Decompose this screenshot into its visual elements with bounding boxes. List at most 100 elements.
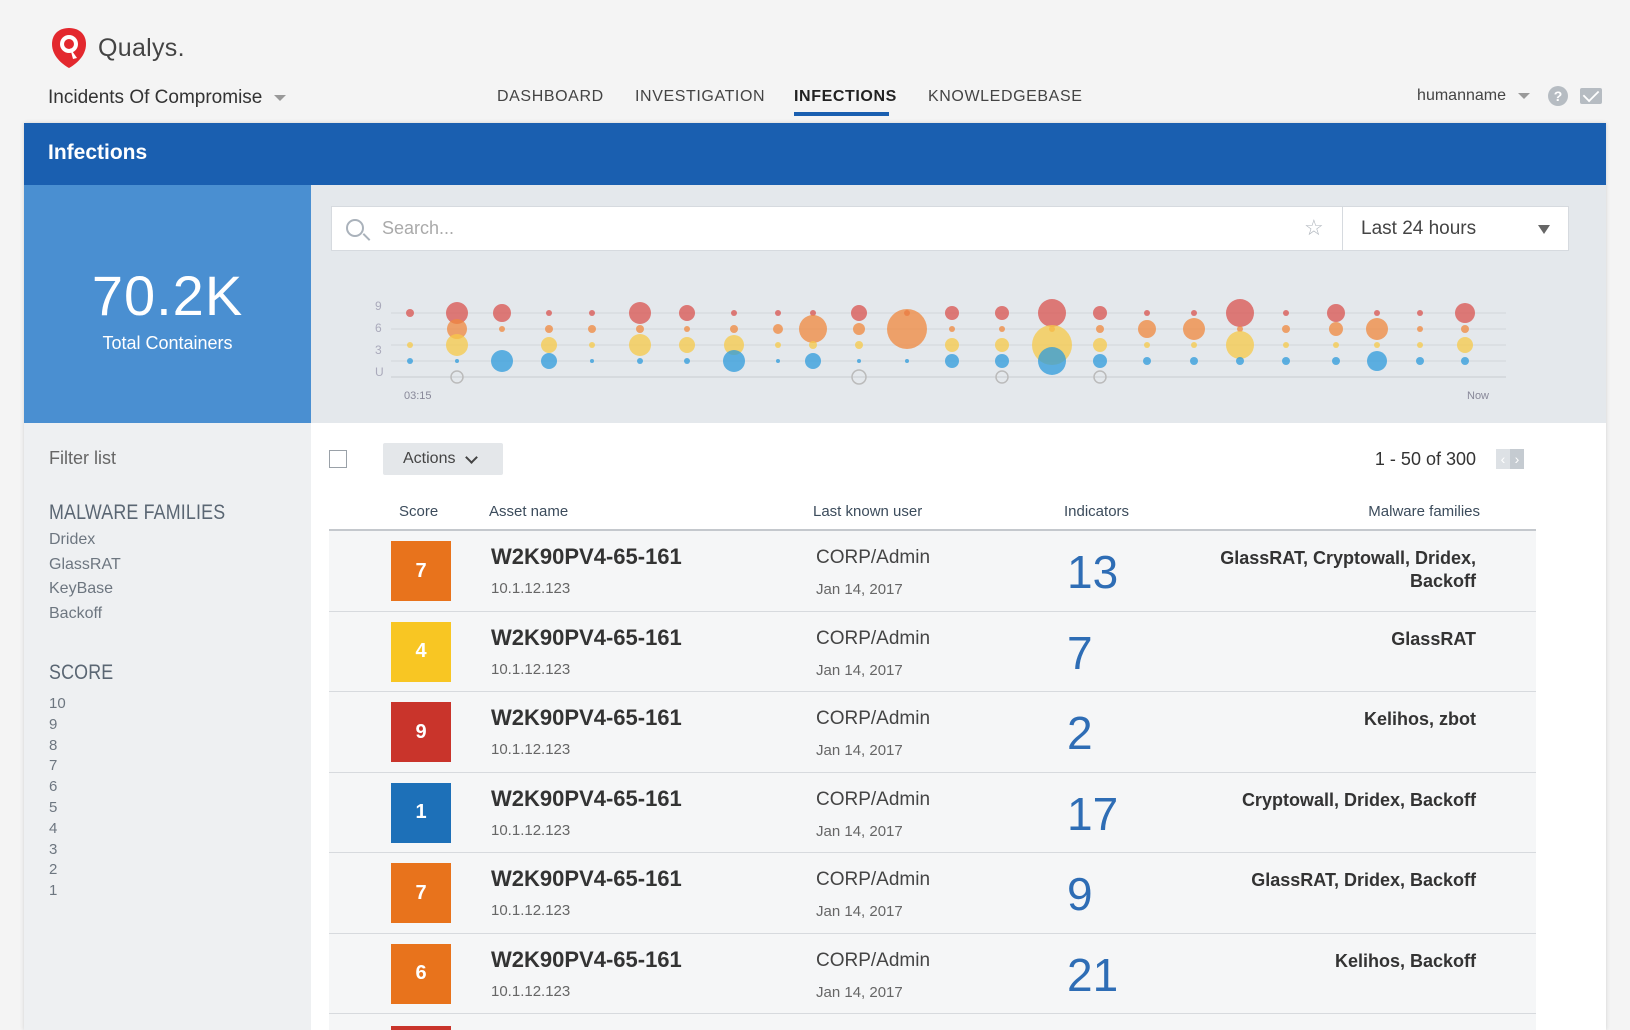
- timeline-bubble[interactable]: [1144, 310, 1150, 316]
- timeline-bubble[interactable]: [776, 359, 780, 363]
- filter-score-6[interactable]: 6: [49, 778, 66, 799]
- timeline-bubble[interactable]: [589, 342, 595, 348]
- timeline-bubble[interactable]: [855, 341, 863, 349]
- timeline-bubble[interactable]: [637, 358, 643, 364]
- timeline-bubble[interactable]: [1282, 357, 1290, 365]
- timeline-bubble[interactable]: [1038, 347, 1066, 375]
- timeline-bubble[interactable]: [730, 325, 738, 333]
- timeline-bubble[interactable]: [684, 326, 690, 332]
- timeline-bubble[interactable]: [945, 338, 959, 352]
- user-menu[interactable]: humanname: [1417, 87, 1506, 105]
- table-row[interactable]: 1 W2K90PV4-65-161 10.1.12.123 CORP/Admin Jan…: [329, 772, 1536, 853]
- filter-score-10[interactable]: 10: [49, 695, 66, 716]
- timeline-bubble[interactable]: [1417, 326, 1423, 332]
- indicator-count[interactable]: 9: [1067, 867, 1093, 921]
- filter-score-5[interactable]: 5: [49, 799, 66, 820]
- timeline-bubble[interactable]: [1138, 320, 1156, 338]
- asset-name[interactable]: W2K90PV4-65-161: [491, 625, 682, 651]
- timeline-bubble[interactable]: [723, 350, 745, 372]
- timeline-bubble[interactable]: [455, 359, 459, 363]
- timeline-bubble[interactable]: [995, 354, 1009, 368]
- indicator-count[interactable]: 7: [1067, 626, 1093, 680]
- timeline-bubble[interactable]: [1332, 357, 1340, 365]
- table-row[interactable]: 7 W2K90PV4-65-161 10.1.12.123 CORP/Admin Jan…: [329, 531, 1536, 612]
- table-row[interactable]: 7 W2K90PV4-65-161 10.1.12.123 CORP/Admin Jan…: [329, 853, 1536, 934]
- timeline-bubble[interactable]: [541, 353, 557, 369]
- timeline-bubble[interactable]: [1366, 318, 1388, 340]
- timeline-bubble[interactable]: [887, 309, 927, 349]
- filter-malware-keybase[interactable]: KeyBase: [49, 580, 121, 605]
- timeline-bubble[interactable]: [1096, 325, 1104, 333]
- timeline-bubble[interactable]: [589, 310, 595, 316]
- indicator-count[interactable]: 13: [1067, 545, 1118, 599]
- prev-page-button[interactable]: ‹: [1496, 449, 1510, 469]
- timeline-bubble[interactable]: [588, 325, 596, 333]
- timeline-bubble[interactable]: [1282, 325, 1290, 333]
- timeline-bubble[interactable]: [679, 337, 695, 353]
- timeline-bubble[interactable]: [1093, 338, 1107, 352]
- timeline-bubble[interactable]: [1183, 318, 1205, 340]
- timeline-bubble[interactable]: [590, 359, 594, 363]
- timeline-bubble[interactable]: [407, 342, 413, 348]
- timeline-bubble[interactable]: [945, 354, 959, 368]
- filter-malware-backoff[interactable]: Backoff: [49, 605, 121, 630]
- timeline-bubble[interactable]: [905, 359, 909, 363]
- filter-score-4[interactable]: 4: [49, 820, 66, 841]
- timeline-bubble[interactable]: [1143, 357, 1151, 365]
- search-input[interactable]: [382, 216, 1262, 241]
- table-row[interactable]: 4 W2K90PV4-65-161 10.1.12.123 CORP/Admin Jan…: [329, 611, 1536, 692]
- filter-score-9[interactable]: 9: [49, 716, 66, 737]
- filter-score-8[interactable]: 8: [49, 737, 66, 758]
- table-row[interactable]: 9 W2K90PV4-65-161 10.1.12.123 CORP/Admin Jan…: [329, 692, 1536, 773]
- filter-score-2[interactable]: 2: [49, 861, 66, 882]
- timeline-bubble[interactable]: [491, 350, 513, 372]
- actions-dropdown[interactable]: Actions: [383, 443, 503, 475]
- timeline-bubble[interactable]: [799, 315, 827, 343]
- filter-score-7[interactable]: 7: [49, 757, 66, 778]
- indicator-count[interactable]: 2: [1067, 706, 1093, 760]
- timeline-bubble[interactable]: [546, 310, 552, 316]
- indicator-count[interactable]: 21: [1067, 948, 1118, 1002]
- filter-score-3[interactable]: 3: [49, 841, 66, 862]
- asset-name[interactable]: W2K90PV4-65-161: [491, 544, 682, 570]
- timeline-bubble[interactable]: [406, 309, 414, 317]
- timeline-bubble[interactable]: [629, 334, 651, 356]
- nav-knowledgebase[interactable]: KNOWLEDGEBASE: [928, 88, 1083, 106]
- timeline-bubble[interactable]: [499, 326, 505, 332]
- asset-name[interactable]: W2K90PV4-65-161: [491, 786, 682, 812]
- table-row[interactable]: [329, 1014, 1536, 1030]
- timeline-bubble[interactable]: [1455, 303, 1475, 323]
- nav-investigation[interactable]: INVESTIGATION: [635, 88, 765, 106]
- mail-icon[interactable]: [1580, 88, 1602, 104]
- asset-name[interactable]: W2K90PV4-65-161: [491, 947, 682, 973]
- asset-name[interactable]: W2K90PV4-65-161: [491, 705, 682, 731]
- timeline-bubble[interactable]: [493, 304, 511, 322]
- timeline-bubble[interactable]: [1191, 342, 1197, 348]
- timeline-bubble[interactable]: [1226, 331, 1254, 359]
- timeline-bubble[interactable]: [853, 323, 865, 335]
- nav-infections[interactable]: INFECTIONS: [794, 88, 897, 106]
- timeline-bubble[interactable]: [1093, 354, 1107, 368]
- timeline-bubble[interactable]: [679, 305, 695, 321]
- column-asset-name[interactable]: Asset name: [489, 503, 568, 520]
- timeline-bubble[interactable]: [1236, 357, 1244, 365]
- timeline-bubble[interactable]: [775, 342, 781, 348]
- timeline-bubble[interactable]: [1457, 337, 1473, 353]
- timeline-bubble[interactable]: [1333, 342, 1339, 348]
- timeline-bubble[interactable]: [1038, 299, 1066, 327]
- timeline-bubble[interactable]: [1416, 357, 1424, 365]
- timeline-bubble[interactable]: [773, 324, 783, 334]
- timeline-bubble[interactable]: [1417, 342, 1423, 348]
- timeline-bubble[interactable]: [1327, 304, 1345, 322]
- column-malware-families[interactable]: Malware families: [1368, 503, 1480, 520]
- next-page-button[interactable]: ›: [1510, 449, 1524, 469]
- timeline-bubble[interactable]: [545, 325, 553, 333]
- time-range-select[interactable]: Last 24 hours: [1342, 207, 1568, 250]
- timeline-bubble[interactable]: [1374, 342, 1380, 348]
- timeline-bubble[interactable]: [1374, 310, 1380, 316]
- timeline-bubble[interactable]: [731, 310, 737, 316]
- indicator-count[interactable]: 17: [1067, 787, 1118, 841]
- timeline-bubble[interactable]: [999, 326, 1005, 332]
- timeline-bubble[interactable]: [775, 310, 781, 316]
- timeline-bubble[interactable]: [851, 305, 867, 321]
